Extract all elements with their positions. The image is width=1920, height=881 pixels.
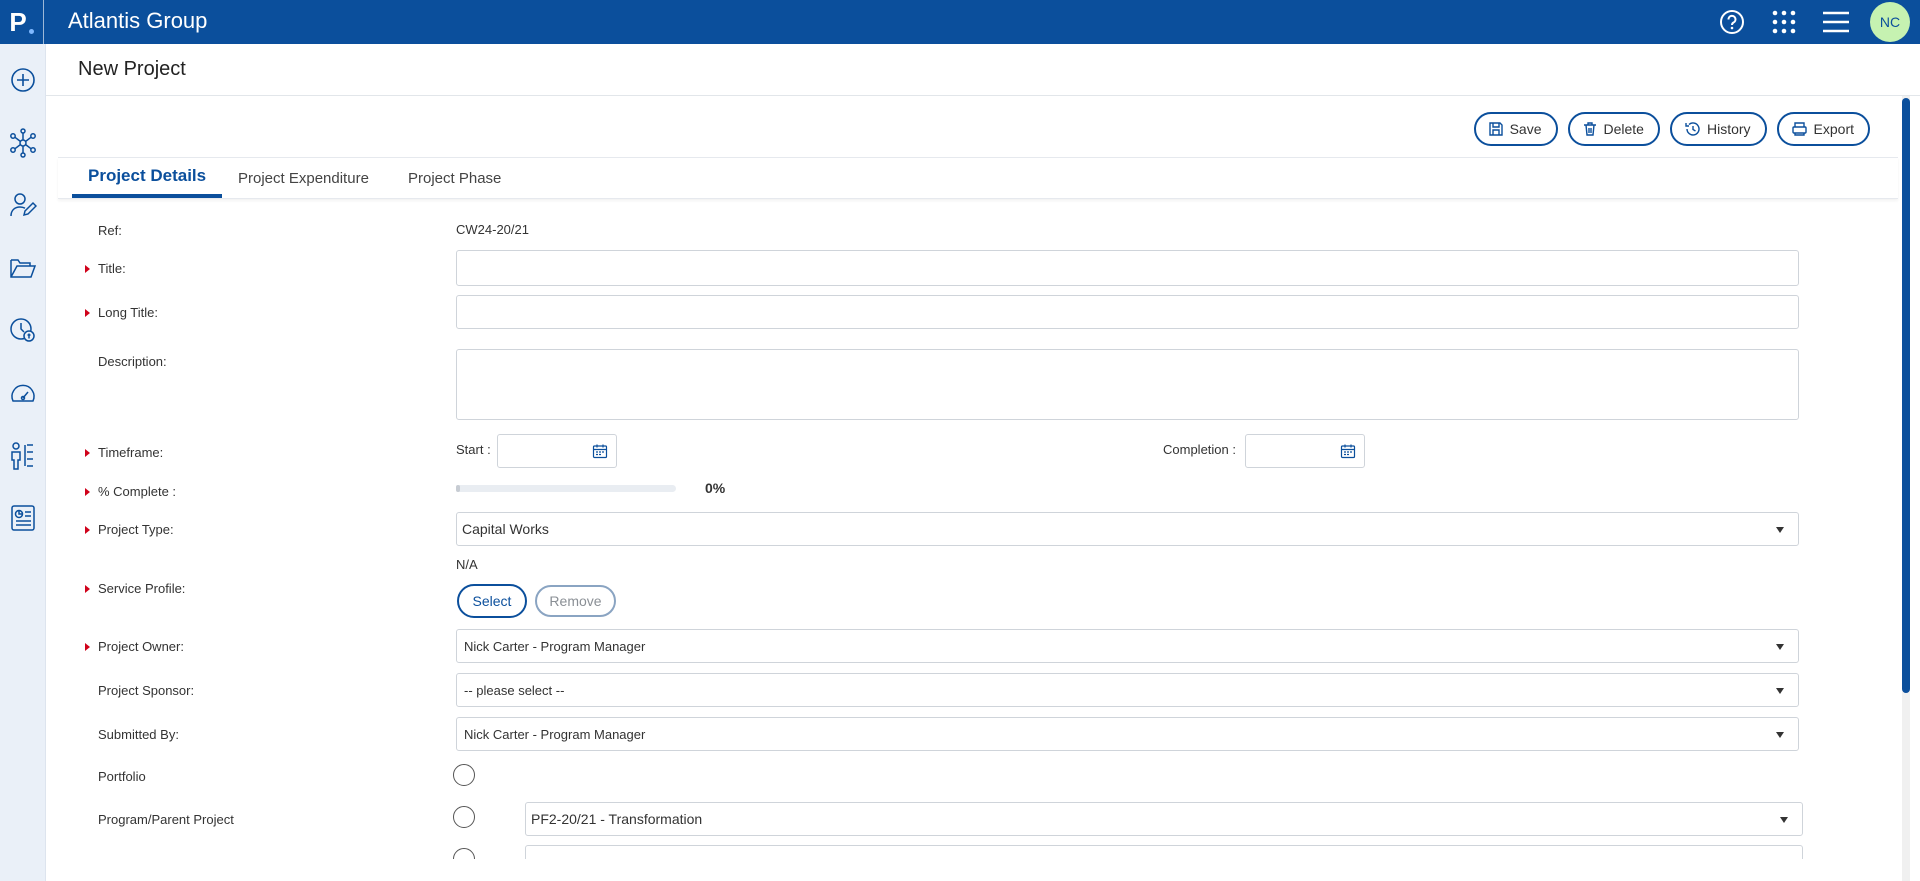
export-button[interactable]: Export — [1776, 112, 1870, 146]
folders-icon[interactable] — [7, 252, 39, 284]
ref-value: CW24-20/21 — [456, 222, 529, 237]
export-icon — [1791, 122, 1807, 136]
ref-label: Ref: — [98, 223, 122, 238]
description-label: Description: — [98, 354, 167, 369]
user-edit-icon[interactable] — [7, 189, 39, 221]
parent-project-value: PF2-20/21 - Transformation — [531, 811, 703, 827]
title-input[interactable] — [456, 250, 1799, 286]
calendar-icon[interactable] — [1340, 443, 1356, 459]
remove-service-profile-button[interactable]: Remove — [535, 585, 616, 617]
user-avatar[interactable]: NC — [1870, 2, 1910, 42]
completion-label: Completion : — [1163, 442, 1236, 457]
calendar-icon[interactable] — [592, 443, 608, 459]
history-label: History — [1706, 121, 1751, 137]
submitted-by-value: Nick Carter - Program Manager — [464, 726, 646, 742]
submitted-by-select[interactable]: Nick Carter - Program Manager — [456, 717, 1799, 751]
next-row-radio[interactable] — [453, 848, 475, 859]
action-toolbar: Save Delete History Export — [1473, 112, 1870, 146]
add-icon[interactable] — [7, 64, 39, 96]
scrollbar-thumb[interactable] — [1902, 98, 1910, 693]
portfolio-radio[interactable] — [453, 764, 475, 786]
tab-project-expenditure[interactable]: Project Expenditure — [238, 158, 369, 198]
tab-bar: Project Details Project Expenditure Proj… — [58, 157, 1898, 199]
start-date-input[interactable] — [497, 434, 617, 468]
percent-complete-slider[interactable] — [456, 485, 676, 492]
next-row-select[interactable] — [525, 845, 1803, 859]
title-label: Title: — [85, 261, 126, 276]
project-type-label: Project Type: — [85, 522, 174, 537]
project-owner-label: Project Owner: — [85, 639, 184, 654]
trash-icon — [1583, 122, 1596, 136]
description-textarea[interactable] — [456, 349, 1799, 420]
export-label: Export — [1813, 121, 1854, 137]
delete-button[interactable]: Delete — [1567, 112, 1660, 146]
percent-complete-fill — [456, 485, 460, 492]
parent-project-select[interactable]: PF2-20/21 - Transformation — [525, 802, 1803, 836]
tab-project-details[interactable]: Project Details — [72, 158, 223, 198]
tab-project-phase[interactable]: Project Phase — [408, 158, 501, 198]
project-sponsor-value: -- please select -- — [464, 682, 565, 698]
history-button[interactable]: History — [1669, 112, 1767, 146]
page-header: New Project — [46, 44, 1920, 96]
project-type-value: Capital Works — [462, 521, 549, 537]
project-sponsor-label: Project Sponsor: — [98, 683, 195, 698]
percent-complete-value: 0% — [705, 480, 726, 496]
long-title-label: Long Title: — [85, 305, 158, 320]
time-money-icon[interactable] — [7, 314, 39, 346]
app-logo[interactable]: P — [0, 0, 44, 44]
help-icon[interactable] — [1706, 0, 1758, 44]
submitted-by-label: Submitted By: — [98, 727, 179, 742]
project-sponsor-select[interactable]: -- please select -- — [456, 673, 1799, 707]
chevron-down-icon — [1776, 688, 1784, 694]
dashboard-icon[interactable] — [7, 377, 39, 409]
network-icon[interactable] — [7, 127, 39, 159]
left-sidebar — [0, 44, 46, 881]
menu-icon[interactable] — [1810, 0, 1862, 44]
service-profile-label: Service Profile: — [84, 581, 186, 596]
chevron-down-icon — [1776, 732, 1784, 738]
completion-date-input[interactable] — [1245, 434, 1365, 468]
percent-complete-label: % Complete : — [84, 484, 177, 499]
chevron-down-icon — [1776, 644, 1784, 650]
save-icon — [1488, 122, 1503, 136]
report-icon[interactable] — [7, 502, 39, 534]
chevron-down-icon — [1780, 817, 1788, 823]
org-chart-icon[interactable] — [7, 440, 39, 472]
chevron-down-icon — [1776, 527, 1784, 533]
save-label: Save — [1509, 121, 1542, 137]
timeframe-label: Timeframe: — [84, 445, 164, 460]
top-bar: P Atlantis Group NC — [0, 0, 1920, 44]
project-type-select[interactable]: Capital Works — [456, 512, 1799, 546]
page-title: New Project — [78, 58, 186, 80]
service-profile-value: N/A — [456, 557, 478, 572]
project-owner-select[interactable]: Nick Carter - Program Manager — [456, 629, 1799, 663]
project-owner-value: Nick Carter - Program Manager — [464, 638, 646, 654]
apps-grid-icon[interactable] — [1758, 0, 1810, 44]
logo-dot — [28, 28, 34, 34]
long-title-input[interactable] — [456, 295, 1799, 329]
save-button[interactable]: Save — [1473, 112, 1558, 146]
portfolio-label: Portfolio — [98, 769, 146, 784]
start-label: Start : — [456, 442, 491, 457]
parent-project-label: Program/Parent Project — [98, 812, 234, 827]
form-scroll-clip — [46, 859, 1896, 881]
app-title: Atlantis Group — [68, 8, 208, 33]
select-service-profile-button[interactable]: Select — [457, 584, 527, 618]
delete-label: Delete — [1603, 121, 1644, 137]
logo-letter: P — [9, 6, 27, 37]
history-icon — [1685, 122, 1700, 136]
parent-project-radio[interactable] — [453, 806, 475, 828]
